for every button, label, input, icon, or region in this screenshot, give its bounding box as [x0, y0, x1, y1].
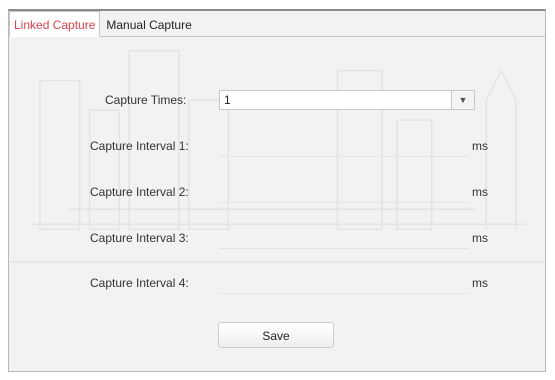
capture-times-select[interactable]: 1 ▼ — [219, 90, 475, 110]
capture-interval-3-label: Capture Interval 3: — [90, 231, 189, 245]
capture-interval-2-unit: ms — [472, 185, 488, 199]
tab-linked-capture[interactable]: Linked Capture — [9, 11, 101, 37]
capture-interval-2-input[interactable] — [219, 182, 469, 203]
tab-manual-capture[interactable]: Manual Capture — [100, 13, 197, 37]
capture-interval-1-label: Capture Interval 1: — [90, 139, 189, 153]
save-button[interactable]: Save — [218, 322, 334, 348]
capture-interval-1-input[interactable] — [219, 136, 469, 157]
capture-interval-3-unit: ms — [472, 231, 488, 245]
capture-times-value: 1 — [224, 93, 231, 107]
capture-settings-panel: Linked Capture Manual Capture Capture Ti… — [8, 9, 546, 372]
capture-interval-2-label: Capture Interval 2: — [90, 185, 189, 199]
capture-interval-1-unit: ms — [472, 139, 488, 153]
chevron-down-icon[interactable]: ▼ — [451, 91, 474, 109]
capture-times-label: Capture Times: — [105, 93, 187, 107]
capture-interval-4-input[interactable] — [219, 273, 469, 294]
capture-interval-3-input[interactable] — [219, 228, 469, 249]
capture-interval-4-unit: ms — [472, 276, 488, 290]
tab-bar: Linked Capture Manual Capture — [9, 11, 545, 37]
capture-interval-4-label: Capture Interval 4: — [90, 276, 189, 290]
